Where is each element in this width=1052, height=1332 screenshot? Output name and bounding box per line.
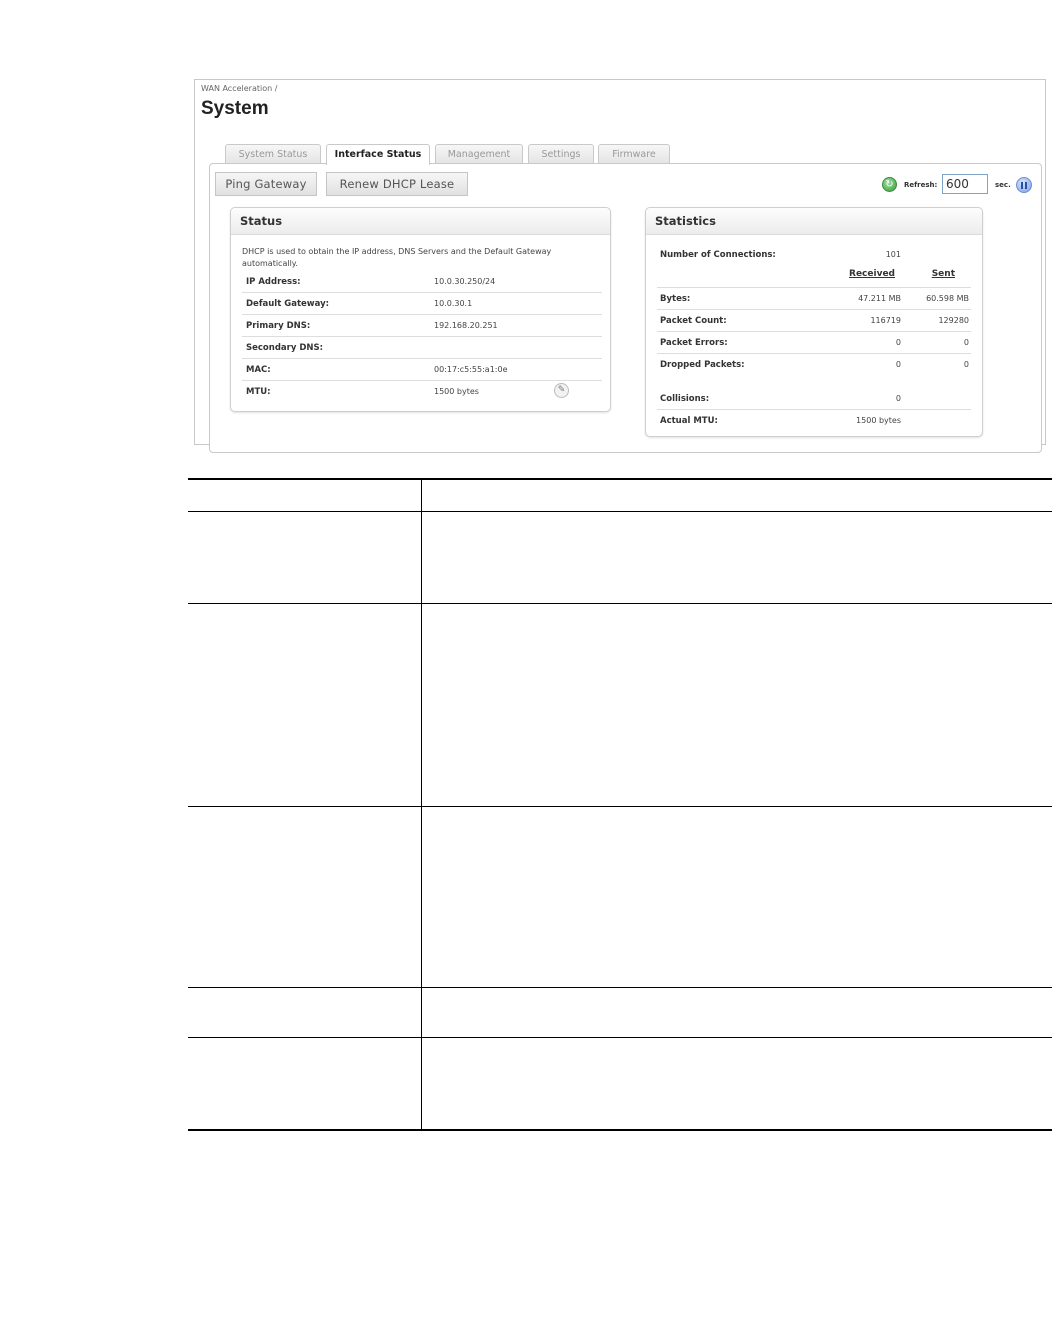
stats-row-label: Packet Errors: xyxy=(660,338,728,348)
actual-mtu-row: Actual MTU: 1500 bytes xyxy=(657,410,971,431)
status-row-label: Primary DNS: xyxy=(246,321,311,331)
stats-row-sent: 129280 xyxy=(938,316,969,325)
status-description: DHCP is used to obtain the IP address, D… xyxy=(242,247,552,268)
table-row-rule xyxy=(188,603,1052,604)
refresh-interval-input[interactable] xyxy=(942,174,988,194)
status-row-label: MTU: xyxy=(246,387,271,397)
actual-mtu-label: Actual MTU: xyxy=(660,416,718,426)
stats-row-label: Packet Count: xyxy=(660,316,727,326)
status-row: MTU: 1500 bytes ✎ xyxy=(242,381,602,402)
status-row: Secondary DNS: xyxy=(242,337,602,359)
tab-system-status[interactable]: System Status xyxy=(225,144,321,164)
table-top-rule xyxy=(188,478,1052,480)
stats-row-received: 116719 xyxy=(870,316,901,325)
ping-gateway-button[interactable]: Ping Gateway xyxy=(215,172,317,196)
tab-firmware[interactable]: Firmware xyxy=(598,144,670,164)
status-row-value: 1500 bytes xyxy=(434,387,479,396)
stats-row-received: 0 xyxy=(895,338,901,347)
sent-header[interactable]: Sent xyxy=(932,269,955,279)
status-row-value: 00:17:c5:55:a1:0e xyxy=(434,365,508,374)
tab-settings[interactable]: Settings xyxy=(528,144,594,164)
stats-row: Packet Count: 116719 129280 xyxy=(657,310,971,332)
table-bottom-rule xyxy=(188,1129,1052,1131)
refresh-label: Refresh: xyxy=(904,181,938,189)
status-heading: Status xyxy=(231,208,610,235)
table-column-divider xyxy=(421,478,422,1131)
table-row-rule xyxy=(188,806,1052,807)
interface-status-panel: Ping Gateway Renew DHCP Lease ↻ Refresh:… xyxy=(209,163,1042,453)
renew-dhcp-lease-button[interactable]: Renew DHCP Lease xyxy=(326,172,468,196)
status-row-label: MAC: xyxy=(246,365,271,375)
status-row-value: 192.168.20.251 xyxy=(434,321,498,330)
collisions-value: 0 xyxy=(895,394,901,403)
connections-row: Number of Connections: 101 xyxy=(657,244,971,265)
statistics-heading: Statistics xyxy=(646,208,982,235)
status-row-label: Secondary DNS: xyxy=(246,343,324,353)
stats-row: Dropped Packets: 0 0 xyxy=(657,354,971,375)
stats-row-label: Dropped Packets: xyxy=(660,360,745,370)
table-row-rule xyxy=(188,987,1052,988)
status-row: IP Address: 10.0.30.250/24 xyxy=(242,271,602,293)
collisions-label: Collisions: xyxy=(660,394,710,404)
pause-icon[interactable] xyxy=(1016,177,1032,193)
screenshot-frame: WAN Acceleration / System System Status … xyxy=(194,79,1046,453)
received-header[interactable]: Received xyxy=(849,269,895,279)
status-row-label: IP Address: xyxy=(246,277,301,287)
actual-mtu-value: 1500 bytes xyxy=(856,416,901,425)
table-header-rule xyxy=(188,511,1052,512)
connections-label: Number of Connections: xyxy=(660,250,776,260)
stats-row-sent: 60.598 MB xyxy=(926,294,969,303)
status-row: Default Gateway: 10.0.30.1 xyxy=(242,293,602,315)
stats-row: Bytes: 47.211 MB 60.598 MB xyxy=(657,288,971,310)
collisions-row: Collisions: 0 xyxy=(657,388,971,410)
stats-row-received: 0 xyxy=(895,360,901,369)
page-title: System xyxy=(201,98,269,119)
status-row: MAC: 00:17:c5:55:a1:0e xyxy=(242,359,602,381)
stats-row-sent: 0 xyxy=(963,338,969,347)
breadcrumb[interactable]: WAN Acceleration / xyxy=(201,84,277,93)
tab-management[interactable]: Management xyxy=(435,144,523,164)
statistics-box: Statistics Number of Connections: 101 Re… xyxy=(645,207,983,437)
tab-interface-status[interactable]: Interface Status xyxy=(326,144,430,165)
status-box: Status DHCP is used to obtain the IP add… xyxy=(230,207,611,412)
sec-label: sec. xyxy=(995,181,1011,189)
connections-value: 101 xyxy=(885,250,901,259)
status-row-value: 10.0.30.250/24 xyxy=(434,277,496,286)
status-row-value: 10.0.30.1 xyxy=(434,299,473,308)
stats-row-sent: 0 xyxy=(963,360,969,369)
stats-row-received: 47.211 MB xyxy=(858,294,901,303)
table-row-rule xyxy=(188,1037,1052,1038)
refresh-icon[interactable]: ↻ xyxy=(882,177,897,192)
stats-header-row: Received Sent xyxy=(657,264,971,288)
status-row-label: Default Gateway: xyxy=(246,299,330,309)
stats-row-label: Bytes: xyxy=(660,294,691,304)
status-row: Primary DNS: 192.168.20.251 xyxy=(242,315,602,337)
stats-row: Packet Errors: 0 0 xyxy=(657,332,971,354)
pencil-icon[interactable]: ✎ xyxy=(554,383,569,398)
